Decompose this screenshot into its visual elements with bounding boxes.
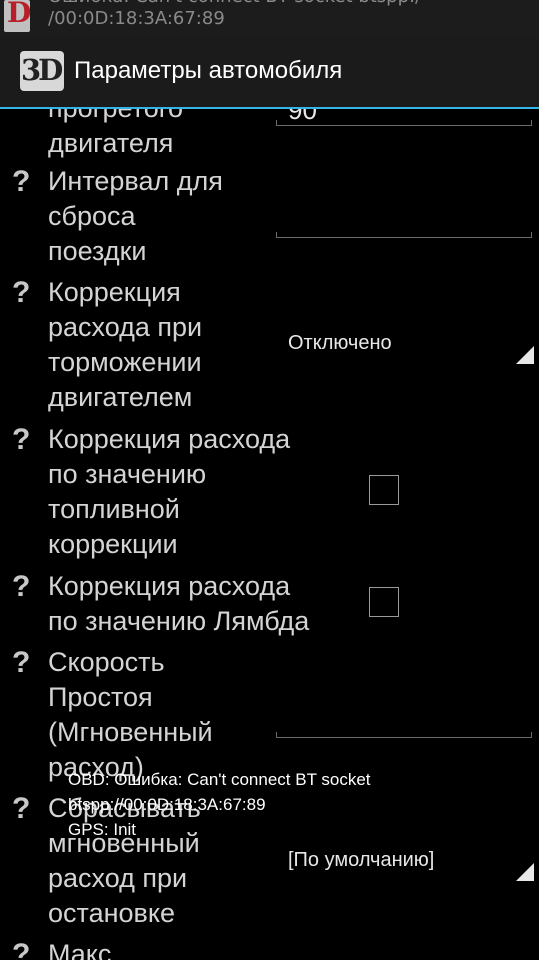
notification-line-2: /00:0D:18:3A:67:89 bbox=[48, 8, 225, 29]
app-logo-text: 3D bbox=[21, 53, 63, 87]
setting-text-field[interactable] bbox=[276, 732, 532, 738]
label-line: коррекции bbox=[48, 529, 178, 559]
label-line: по значению bbox=[48, 459, 207, 489]
spinner-arrow-icon[interactable] bbox=[516, 346, 534, 364]
notification-text: Ошибка: Can't connect BT socket btspp:/ … bbox=[48, 0, 421, 30]
action-bar: 3D Параметры автомобиля bbox=[0, 37, 539, 109]
setting-text-field[interactable] bbox=[276, 120, 532, 126]
label-line: поездки bbox=[48, 236, 147, 266]
label-line: сброса bbox=[48, 201, 136, 231]
obd-address-line: btspp://00:0D:18:3A:67:89 bbox=[68, 795, 266, 814]
app-logo-icon[interactable]: 3D bbox=[20, 51, 64, 91]
label-line: остановке bbox=[48, 898, 175, 928]
app-notification-icon: D bbox=[4, 0, 32, 32]
setting-label: Макс bbox=[48, 937, 358, 960]
obd-error-line: OBD: Ошибка: Can't connect BT socket bbox=[68, 770, 371, 789]
label-line: Коррекция bbox=[48, 277, 181, 307]
label-line: двигателя bbox=[48, 128, 174, 158]
setting-label: Скорость Простоя (Мгновенный расход) bbox=[48, 645, 358, 785]
label-line: Коррекция расхода bbox=[48, 424, 291, 454]
label-line: Скорость bbox=[48, 647, 165, 677]
help-icon[interactable]: ? bbox=[12, 423, 38, 457]
help-icon[interactable]: ? bbox=[12, 792, 38, 826]
label-line: Коррекция расхода bbox=[48, 571, 291, 601]
label-line: (Мгновенный bbox=[48, 717, 213, 747]
setting-text-field[interactable] bbox=[276, 232, 532, 238]
label-line: топливной bbox=[48, 494, 180, 524]
status-bar: D Ошибка: Can't connect BT socket btspp:… bbox=[0, 0, 539, 37]
label-line: Простоя bbox=[48, 682, 153, 712]
app-notification-icon-letter: D bbox=[7, 0, 32, 29]
fuel-trim-checkbox[interactable] bbox=[369, 475, 399, 505]
help-icon[interactable]: ? bbox=[12, 646, 38, 680]
notification-line-1: Ошибка: Can't connect BT socket btspp:/ bbox=[48, 0, 421, 8]
setting-label: Интервал для сброса поездки bbox=[48, 164, 358, 269]
label-line: по значению Лямбда bbox=[48, 606, 310, 636]
setting-text-value[interactable]: 90 bbox=[288, 109, 317, 126]
setting-spinner-value[interactable]: Отключено bbox=[288, 332, 392, 355]
setting-spinner-value[interactable]: [По умолчанию] bbox=[288, 849, 434, 872]
setting-label: Коррекция расхода по значению Лямбда bbox=[48, 569, 358, 639]
help-icon[interactable]: ? bbox=[12, 165, 38, 199]
label-line: Макс bbox=[48, 939, 112, 960]
help-icon[interactable]: ? bbox=[12, 276, 38, 310]
page-title: Параметры автомобиля bbox=[74, 57, 343, 84]
obd-status-overlay: OBD: Ошибка: Can't connect BT socket bts… bbox=[68, 767, 508, 842]
help-icon[interactable]: ? bbox=[12, 570, 38, 604]
setting-label: Коррекция расхода по значению топливной … bbox=[48, 422, 358, 562]
label-line: Интервал для bbox=[48, 166, 223, 196]
help-icon[interactable]: ? bbox=[12, 938, 38, 960]
spinner-arrow-icon[interactable] bbox=[516, 863, 534, 881]
label-line: двигателем bbox=[48, 382, 193, 412]
gps-status-line: GPS: Init bbox=[68, 820, 137, 839]
lambda-checkbox[interactable] bbox=[369, 587, 399, 617]
